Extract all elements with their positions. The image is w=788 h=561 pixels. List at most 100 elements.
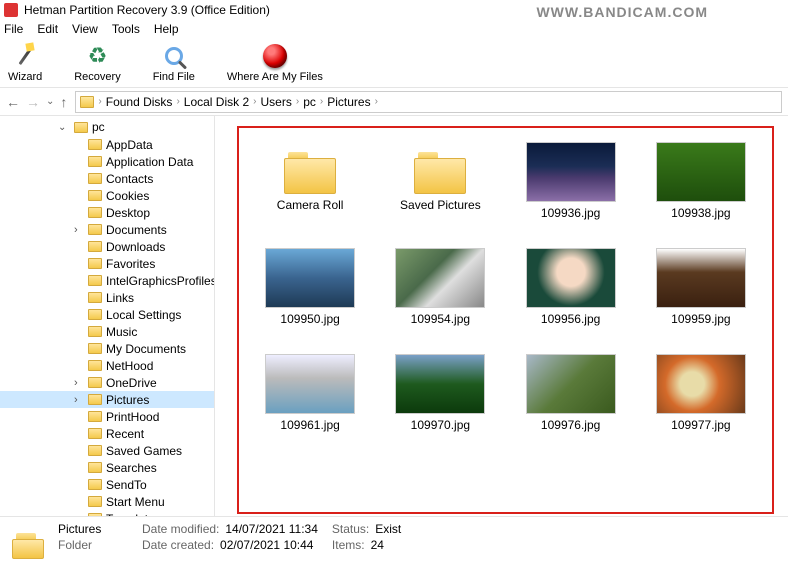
tree-item-label: Music: [106, 325, 137, 339]
thumbnail: [265, 354, 355, 414]
folder-icon: [88, 173, 102, 184]
item-caption: Saved Pictures: [400, 198, 481, 212]
item-caption: 109938.jpg: [671, 206, 730, 220]
tree-item-local-settings[interactable]: Local Settings: [0, 306, 214, 323]
folder-icon: [88, 479, 102, 490]
file-item-109970-jpg[interactable]: 109970.jpg: [379, 354, 501, 432]
nav-forward-icon[interactable]: →: [26, 94, 40, 110]
tree-item-searches[interactable]: Searches: [0, 459, 214, 476]
chevron-right-icon: ›: [296, 96, 299, 107]
tree-item-links[interactable]: Links: [0, 289, 214, 306]
item-caption: 109956.jpg: [541, 312, 600, 326]
folder-icon: [88, 428, 102, 439]
menu-help[interactable]: Help: [154, 22, 179, 36]
folder-icon: [88, 309, 102, 320]
menu-bar: File Edit View Tools Help: [0, 20, 788, 38]
window-title: Hetman Partition Recovery 3.9 (Office Ed…: [24, 3, 270, 17]
breadcrumb-segment[interactable]: Users: [261, 95, 292, 109]
folder-item-camera-roll[interactable]: Camera Roll: [249, 142, 371, 220]
tree-item-label: Pictures: [106, 393, 149, 407]
breadcrumb-segment[interactable]: pc: [303, 95, 316, 109]
where-files-label: Where Are My Files: [227, 71, 323, 83]
breadcrumb-segment[interactable]: Local Disk 2: [184, 95, 249, 109]
nav-back-icon[interactable]: ←: [6, 94, 20, 110]
tree-item-saved-games[interactable]: Saved Games: [0, 442, 214, 459]
file-item-109976-jpg[interactable]: 109976.jpg: [510, 354, 632, 432]
tree-item-label: SendTo: [106, 478, 147, 492]
tree-item-documents[interactable]: Documents: [0, 221, 214, 238]
tree-item-templates[interactable]: Templates: [0, 510, 214, 516]
folder-icon: [88, 207, 102, 218]
file-item-109961-jpg[interactable]: 109961.jpg: [249, 354, 371, 432]
wand-icon: [18, 46, 32, 64]
status-created-label: Date created:: [142, 538, 214, 552]
tree-item-intelgraphicsprofiles[interactable]: IntelGraphicsProfiles: [0, 272, 214, 289]
find-file-button[interactable]: Find File: [153, 43, 195, 83]
folder-icon: [88, 377, 102, 388]
file-item-109954-jpg[interactable]: 109954.jpg: [379, 248, 501, 326]
where-files-button[interactable]: Where Are My Files: [227, 43, 323, 83]
tree-item-label: IntelGraphicsProfiles: [106, 274, 215, 288]
folder-icon: [88, 411, 102, 422]
recovery-button[interactable]: ♻ Recovery: [74, 43, 120, 83]
status-status: Exist: [375, 522, 401, 536]
folder-icon: [88, 462, 102, 473]
tree-item-printhood[interactable]: PrintHood: [0, 408, 214, 425]
status-modified-label: Date modified:: [142, 522, 219, 536]
chevron-down-icon[interactable]: ⌄: [58, 122, 70, 133]
tree-item-favorites[interactable]: Favorites: [0, 255, 214, 272]
tree-item-nethood[interactable]: NetHood: [0, 357, 214, 374]
main-area: ⌄ pc AppDataApplication DataContactsCook…: [0, 116, 788, 516]
tree-item-downloads[interactable]: Downloads: [0, 238, 214, 255]
nav-up-icon[interactable]: ↑: [60, 94, 67, 110]
red-button-icon: [263, 44, 287, 68]
folder-icon: [414, 152, 466, 194]
folder-icon: [88, 326, 102, 337]
breadcrumb-segment[interactable]: Pictures: [327, 95, 370, 109]
tree-item-start-menu[interactable]: Start Menu: [0, 493, 214, 510]
breadcrumb-folder-icon: [80, 96, 94, 108]
tree-item-sendto[interactable]: SendTo: [0, 476, 214, 493]
menu-file[interactable]: File: [4, 22, 23, 36]
tree-item-appdata[interactable]: AppData: [0, 136, 214, 153]
file-item-109936-jpg[interactable]: 109936.jpg: [510, 142, 632, 220]
menu-edit[interactable]: Edit: [37, 22, 58, 36]
file-item-109938-jpg[interactable]: 109938.jpg: [640, 142, 762, 220]
tree-item-pictures[interactable]: Pictures: [0, 391, 214, 408]
menu-view[interactable]: View: [72, 22, 98, 36]
tree-item-desktop[interactable]: Desktop: [0, 204, 214, 221]
item-caption: 109961.jpg: [280, 418, 339, 432]
tree-item-cookies[interactable]: Cookies: [0, 187, 214, 204]
folder-icon: [88, 394, 102, 405]
menu-tools[interactable]: Tools: [112, 22, 140, 36]
tree-root[interactable]: ⌄ pc: [0, 118, 214, 136]
nav-dropdown-icon[interactable]: ⌄: [46, 96, 54, 107]
tree-item-contacts[interactable]: Contacts: [0, 170, 214, 187]
recycle-icon: ♻: [88, 43, 108, 69]
folder-icon: [74, 122, 88, 133]
tree-item-my-documents[interactable]: My Documents: [0, 340, 214, 357]
file-item-109977-jpg[interactable]: 109977.jpg: [640, 354, 762, 432]
thumbnail: [265, 248, 355, 308]
folder-icon: [88, 445, 102, 456]
tree-item-application-data[interactable]: Application Data: [0, 153, 214, 170]
tree-item-onedrive[interactable]: OneDrive: [0, 374, 214, 391]
tree-item-label: PrintHood: [106, 410, 159, 424]
wizard-button[interactable]: Wizard: [8, 43, 42, 83]
file-item-109950-jpg[interactable]: 109950.jpg: [249, 248, 371, 326]
tree-item-recent[interactable]: Recent: [0, 425, 214, 442]
item-caption: 109959.jpg: [671, 312, 730, 326]
item-caption: 109950.jpg: [280, 312, 339, 326]
status-type: Folder: [58, 538, 128, 552]
file-item-109956-jpg[interactable]: 109956.jpg: [510, 248, 632, 326]
breadcrumb[interactable]: › Found Disks › Local Disk 2 › Users › p…: [75, 91, 782, 113]
tree-item-label: Local Settings: [106, 308, 181, 322]
folder-tree[interactable]: ⌄ pc AppDataApplication DataContactsCook…: [0, 116, 215, 516]
breadcrumb-segment[interactable]: Found Disks: [106, 95, 173, 109]
thumbnail: [656, 142, 746, 202]
folder-icon: [88, 496, 102, 507]
file-item-109959-jpg[interactable]: 109959.jpg: [640, 248, 762, 326]
folder-item-saved-pictures[interactable]: Saved Pictures: [379, 142, 501, 220]
tree-item-music[interactable]: Music: [0, 323, 214, 340]
selection-highlight: Camera Roll Saved Pictures 109936.jpg 10993…: [237, 126, 774, 514]
